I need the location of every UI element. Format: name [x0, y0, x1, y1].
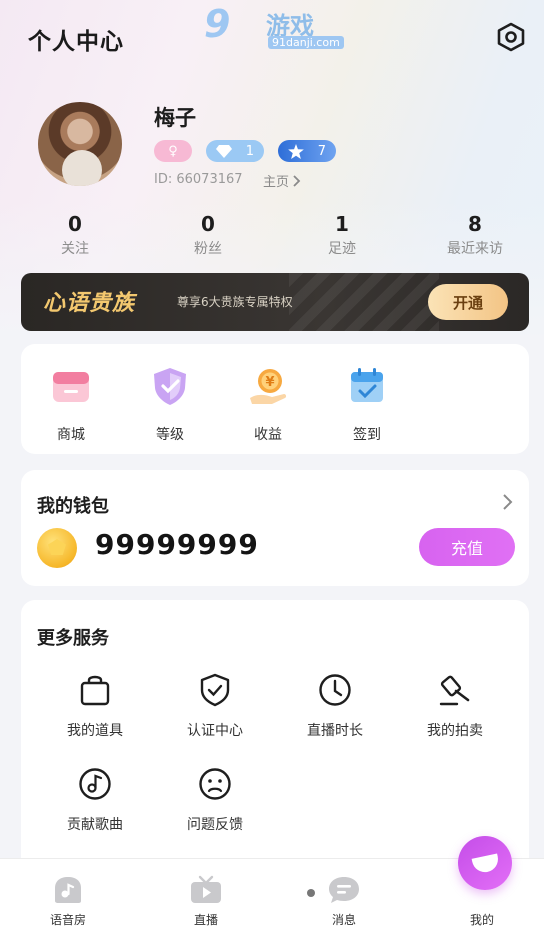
- watermark-logo: 9 游戏 91danji.com: [204, 2, 344, 52]
- music-disc-icon: [77, 766, 113, 802]
- female-icon: ♀: [168, 143, 178, 159]
- service-label: 问题反馈: [187, 817, 243, 833]
- level-shield-icon: [148, 364, 192, 408]
- diamond-level-badge[interactable]: 1: [206, 140, 264, 162]
- nav-voice-room[interactable]: 语音房: [28, 875, 108, 928]
- quick-actions-card: 商城 等级 ¥ 收益 签到: [21, 344, 529, 454]
- stat-footprints[interactable]: 1 足迹: [292, 212, 392, 258]
- chevron-right-icon[interactable]: [501, 492, 513, 512]
- diamond-icon: [216, 145, 232, 158]
- settings-button[interactable]: [494, 20, 528, 54]
- service-certification[interactable]: 认证中心: [165, 672, 265, 740]
- vip-decoration: [289, 273, 439, 331]
- stat-label: 足迹: [328, 241, 356, 257]
- avatar[interactable]: [38, 102, 122, 186]
- stat-following[interactable]: 0 关注: [25, 212, 125, 258]
- star-level-value: 7: [317, 143, 326, 159]
- chat-bubble-icon: [327, 875, 361, 905]
- nav-label: 我的: [469, 913, 494, 927]
- earnings-coin-icon: ¥: [246, 364, 290, 408]
- stat-followers[interactable]: 0 粉丝: [158, 212, 258, 258]
- calendar-checkin-icon: [345, 364, 389, 408]
- bag-icon: [77, 672, 113, 708]
- diamond-level-value: 1: [245, 143, 254, 159]
- stat-value: 0: [201, 212, 215, 236]
- service-label: 直播时长: [307, 723, 363, 739]
- settings-hexagon-icon: [497, 22, 525, 52]
- service-my-auctions[interactable]: 我的拍卖: [405, 672, 505, 740]
- stat-recent-visitors[interactable]: 8 最近来访: [425, 212, 525, 258]
- message-indicator-dot: [307, 889, 315, 897]
- gender-badge: ♀: [154, 140, 192, 162]
- stat-label: 最近来访: [447, 241, 503, 257]
- nav-messages[interactable]: 消息: [304, 875, 384, 928]
- stat-value: 1: [335, 212, 349, 236]
- svg-text:¥: ¥: [265, 375, 274, 390]
- tv-live-icon: [189, 875, 223, 905]
- shield-check-icon: [197, 672, 233, 708]
- services-card: 更多服务 我的道具 认证中心 直播时长 我的拍卖 贡献歌曲 问题反馈: [21, 600, 529, 900]
- wallet-title: 我的钱包: [37, 496, 109, 517]
- service-label: 认证中心: [187, 723, 243, 739]
- quick-action-earnings[interactable]: ¥ 收益: [228, 364, 308, 444]
- nav-live[interactable]: 直播: [166, 875, 246, 928]
- service-contribute-songs[interactable]: 贡献歌曲: [45, 766, 145, 834]
- vip-description: 尊享6大贵族专属特权: [177, 295, 293, 309]
- wallet-balance: 99999999: [95, 528, 259, 561]
- nav-label: 消息: [331, 913, 356, 927]
- vip-activate-button[interactable]: 开通: [428, 284, 508, 320]
- star-level-badge[interactable]: 7: [278, 140, 336, 162]
- clock-icon: [317, 672, 353, 708]
- service-live-duration[interactable]: 直播时长: [285, 672, 385, 740]
- stat-value: 8: [468, 212, 482, 236]
- wallet-card[interactable]: 我的钱包 99999999 充值: [21, 470, 529, 586]
- recharge-button[interactable]: 充值: [419, 528, 515, 566]
- quick-action-label: 商城: [57, 427, 85, 443]
- quick-action-label: 等级: [156, 427, 184, 443]
- star-icon: [288, 143, 304, 159]
- stat-label: 关注: [61, 241, 89, 257]
- shop-icon: [49, 364, 93, 408]
- user-badges: ♀ 1 7: [154, 140, 336, 162]
- home-page-label: 主页: [263, 175, 290, 190]
- watermark-number: 9: [204, 2, 230, 46]
- quick-action-checkin[interactable]: 签到: [327, 364, 407, 444]
- nav-label: 语音房: [49, 913, 86, 927]
- vip-title: 心语贵族: [43, 291, 136, 316]
- home-page-link[interactable]: 主页: [263, 171, 301, 190]
- page-title: 个人中心: [28, 29, 124, 55]
- services-title: 更多服务: [37, 628, 109, 649]
- stat-value: 0: [68, 212, 82, 236]
- user-id: ID: 66073167: [154, 172, 243, 187]
- service-feedback[interactable]: 问题反馈: [165, 766, 265, 834]
- quick-action-label: 签到: [353, 427, 381, 443]
- quick-action-label: 收益: [254, 427, 282, 443]
- service-label: 我的拍卖: [427, 723, 483, 739]
- vip-banner[interactable]: 心语贵族 尊享6大贵族专属特权 开通: [21, 273, 529, 331]
- nav-label: 直播: [193, 913, 218, 927]
- quick-action-level[interactable]: 等级: [130, 364, 210, 444]
- stat-label: 粉丝: [194, 241, 222, 257]
- quick-action-shop[interactable]: 商城: [31, 364, 111, 444]
- chevron-right-icon: [293, 174, 301, 187]
- frown-face-icon: [197, 766, 233, 802]
- coin-icon: [37, 528, 77, 568]
- mine-active-icon[interactable]: [458, 836, 512, 890]
- stats-row: 0 关注 0 粉丝 1 足迹 8 最近来访: [0, 212, 544, 262]
- service-label: 贡献歌曲: [67, 817, 123, 833]
- voice-room-icon: [51, 875, 85, 905]
- username: 梅子: [154, 106, 196, 130]
- service-my-items[interactable]: 我的道具: [45, 672, 145, 740]
- watermark-url: 91danji.com: [268, 36, 344, 49]
- gavel-icon: [437, 672, 473, 708]
- service-label: 我的道具: [67, 723, 123, 739]
